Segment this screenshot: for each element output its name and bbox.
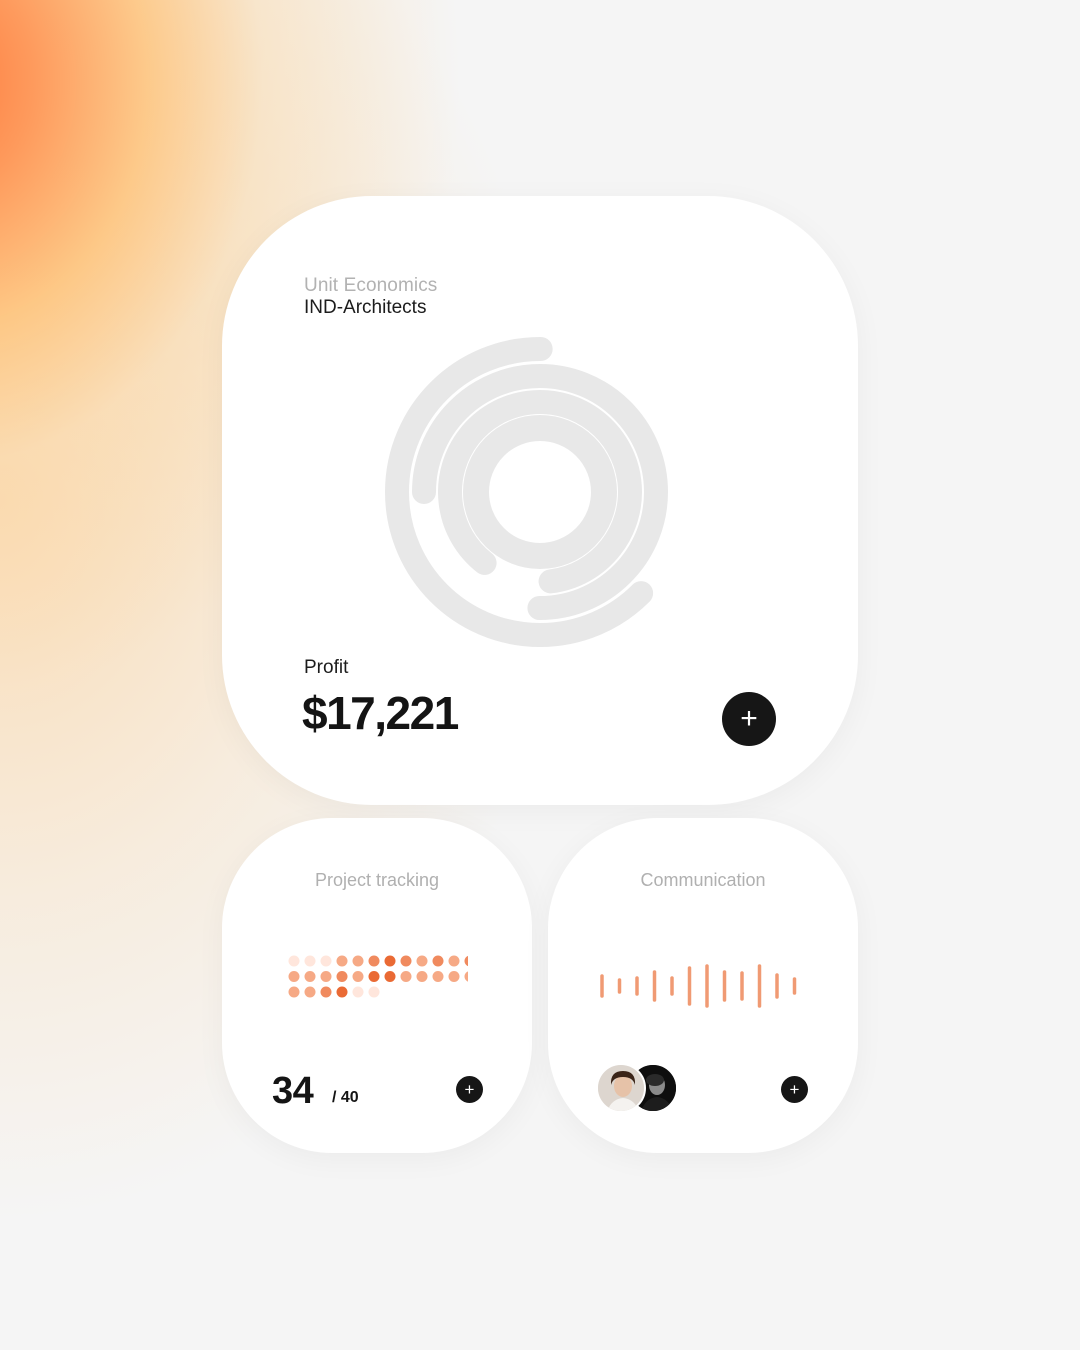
- ring-inner: [463, 415, 617, 569]
- client-name: IND-Architects: [304, 297, 427, 318]
- completed-count: 34: [272, 1070, 314, 1112]
- progress-dot: [336, 971, 348, 982]
- progress-dot: [384, 955, 396, 967]
- profit-value: $17,221: [302, 687, 459, 739]
- progress-dot: [400, 971, 412, 982]
- progress-dot: [320, 955, 332, 967]
- progress-dot: [448, 955, 460, 967]
- communication-card[interactable]: Communication +: [548, 818, 858, 1153]
- progress-dot: [352, 971, 364, 982]
- audio-waveform: [600, 964, 797, 1008]
- progress-dot: [336, 955, 348, 967]
- progress-dot: [400, 955, 412, 967]
- participants[interactable]: [596, 1063, 678, 1113]
- progress-dot: [304, 971, 316, 982]
- progress-dot: [416, 955, 428, 967]
- progress-dot: [384, 971, 396, 982]
- progress-dot: [368, 955, 380, 967]
- progress-dot: [432, 955, 444, 967]
- progress-dot: [352, 986, 364, 998]
- progress-dot: [288, 955, 300, 967]
- communication-title: Communication: [640, 870, 766, 890]
- total-count: / 40: [332, 1089, 359, 1106]
- progress-dot: [288, 971, 300, 982]
- progress-dot: [416, 971, 428, 982]
- progress-dot-matrix: [288, 955, 468, 998]
- ring-chart: [385, 337, 695, 647]
- metric-label: Profit: [304, 657, 349, 678]
- project-tracking-title: Project tracking: [314, 870, 440, 890]
- progress-dot: [336, 986, 348, 998]
- avatar-person-light-shirt[interactable]: [596, 1063, 646, 1113]
- progress-dot: [448, 971, 460, 982]
- progress-dot: [304, 986, 316, 998]
- project-tracking-card[interactable]: Project tracking 34 / 40 +: [222, 818, 532, 1153]
- add-project-button[interactable]: +: [456, 1076, 483, 1103]
- progress-dot: [288, 986, 300, 998]
- progress-dot: [464, 955, 468, 967]
- unit-economics-card[interactable]: Unit Economics IND-Architects Profit $17…: [222, 196, 858, 805]
- progress-dot: [352, 955, 364, 967]
- progress-dot: [320, 986, 332, 998]
- progress-dot: [368, 971, 380, 982]
- progress-dot: [432, 971, 444, 982]
- progress-dot: [464, 971, 468, 982]
- progress-dot: [304, 955, 316, 967]
- add-participant-button[interactable]: +: [781, 1076, 808, 1103]
- progress-dot: [320, 971, 332, 982]
- progress-dot: [368, 986, 380, 998]
- card-eyebrow: Unit Economics: [304, 275, 438, 296]
- add-button[interactable]: +: [722, 692, 776, 746]
